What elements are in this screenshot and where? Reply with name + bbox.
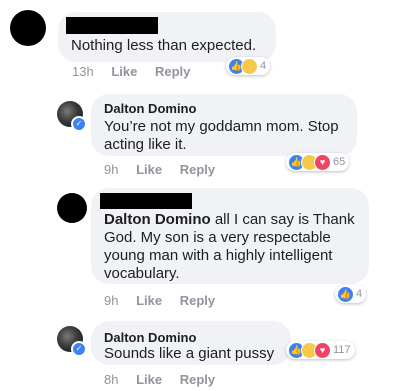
- verified-icon: ✓: [71, 116, 87, 132]
- reaction-summary[interactable]: 👍 4: [335, 285, 367, 303]
- mention-tag[interactable]: Dalton Domino: [104, 211, 211, 228]
- reply-button[interactable]: Reply: [180, 372, 215, 387]
- timestamp[interactable]: 13h: [72, 64, 94, 79]
- comment-meta: 9h Like Reply: [104, 162, 229, 177]
- reaction-count: 4: [260, 60, 267, 72]
- redacted-name: [66, 17, 158, 34]
- haha-icon: [241, 57, 258, 75]
- comment-meta: 9h Like Reply: [104, 293, 229, 308]
- reaction-count: 4: [356, 288, 363, 300]
- reaction-count: 117: [333, 344, 351, 356]
- reaction-summary[interactable]: 👍 ♥ 65: [286, 153, 350, 171]
- verified-icon: ✓: [71, 341, 87, 357]
- comment-text: Sounds like a giant pussy: [104, 345, 275, 362]
- comment-author[interactable]: Dalton Domino: [104, 101, 196, 116]
- comment-text-line: acting like it.: [104, 136, 187, 153]
- comment-meta: 8h Like Reply: [104, 372, 229, 387]
- commenter-avatar[interactable]: [57, 193, 87, 223]
- timestamp[interactable]: 8h: [104, 372, 118, 387]
- comment-meta: 13h Like Reply: [72, 64, 204, 79]
- love-icon: ♥: [314, 341, 331, 359]
- like-icon: 👍: [337, 285, 354, 303]
- comment-text-line: Dalton Domino all I can say is Thank: [104, 211, 355, 229]
- like-button[interactable]: Like: [136, 293, 162, 308]
- love-icon: ♥: [314, 153, 331, 171]
- reaction-count: 65: [333, 156, 346, 168]
- like-button[interactable]: Like: [136, 162, 162, 177]
- reply-button[interactable]: Reply: [155, 64, 190, 79]
- commenter-avatar[interactable]: [10, 10, 46, 46]
- timestamp[interactable]: 9h: [104, 293, 118, 308]
- comment-text-line: young man with a highly intelligent: [104, 247, 333, 264]
- reaction-summary[interactable]: 👍 4: [226, 57, 271, 75]
- like-button[interactable]: Like: [111, 64, 137, 79]
- like-button[interactable]: Like: [136, 372, 162, 387]
- comment-text-fragment: all I can say is Thank: [210, 211, 355, 228]
- comment-text: Nothing less than expected.: [71, 37, 257, 54]
- comment-text-line: vocabulary.: [104, 265, 180, 282]
- comment-text-line: God. My son is a very respectable: [104, 229, 331, 246]
- reply-button[interactable]: Reply: [180, 293, 215, 308]
- reply-button[interactable]: Reply: [180, 162, 215, 177]
- redacted-name: [100, 193, 192, 209]
- timestamp[interactable]: 9h: [104, 162, 118, 177]
- comment-author[interactable]: Dalton Domino: [104, 330, 196, 345]
- comment-text-line: You’re not my goddamn mom. Stop: [104, 118, 339, 135]
- reaction-summary[interactable]: 👍 ♥ 117: [286, 341, 355, 359]
